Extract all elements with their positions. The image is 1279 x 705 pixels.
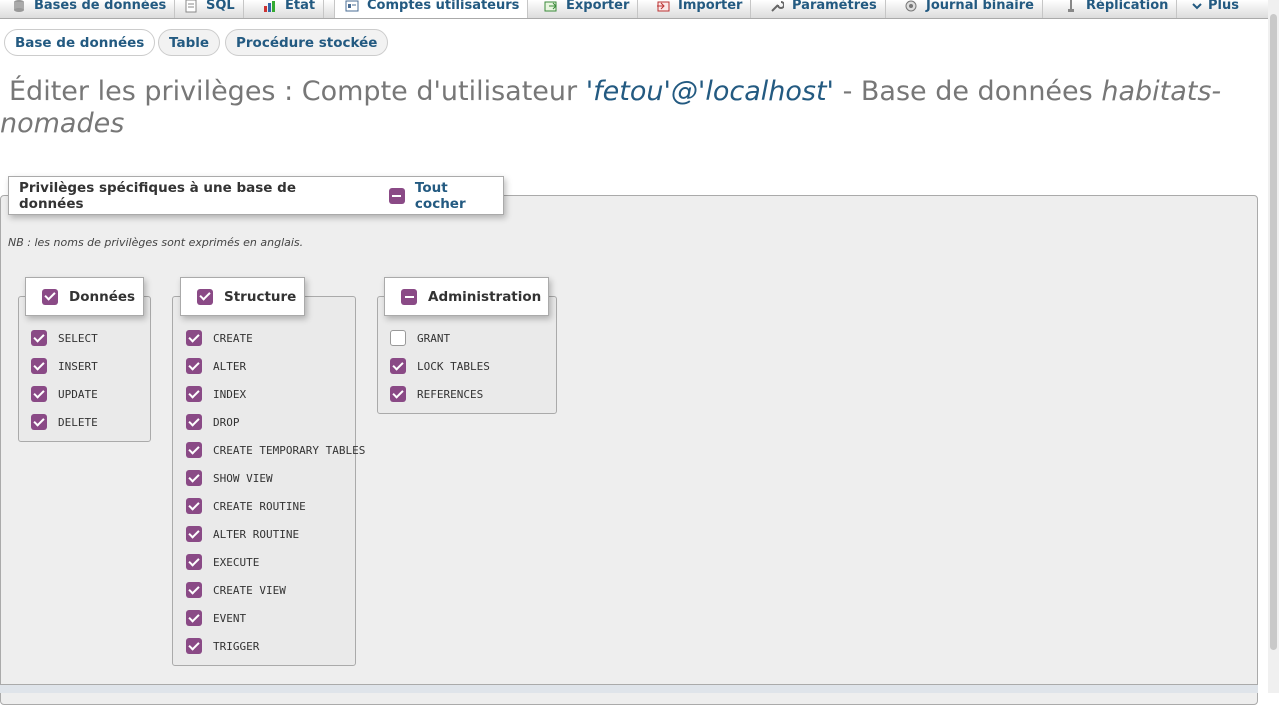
subtab-database[interactable]: Base de données — [4, 29, 156, 56]
privilege-create-view-checkbox[interactable] — [186, 582, 202, 598]
privilege-alter-routine[interactable]: ALTER ROUTINE — [186, 526, 299, 542]
scrollbar-thumb[interactable] — [1270, 14, 1277, 650]
subtab-table[interactable]: Table — [158, 29, 221, 56]
privilege-grant[interactable]: GRANT — [390, 330, 450, 346]
privilege-create[interactable]: CREATE — [186, 330, 253, 346]
tab-user-accounts[interactable]: Comptes utilisateurs — [334, 0, 529, 18]
privilege-event-checkbox[interactable] — [186, 610, 202, 626]
users-icon — [345, 0, 361, 13]
privilege-execute-checkbox[interactable] — [186, 554, 202, 570]
tab-binary-log[interactable]: Journal binaire — [904, 0, 1043, 18]
privilege-drop[interactable]: DROP — [186, 414, 240, 430]
database-icon — [12, 0, 28, 13]
privilege-references-checkbox[interactable] — [390, 386, 406, 402]
subtab-stored-procedure[interactable]: Procédure stockée — [225, 29, 389, 56]
privilege-update-checkbox[interactable] — [31, 386, 47, 402]
tab-sql[interactable]: SQL — [184, 0, 244, 18]
group-administration-checkbox[interactable] — [401, 288, 417, 305]
tab-replication[interactable]: Réplication — [1064, 0, 1178, 18]
privilege-create-temporary-tables[interactable]: CREATE TEMPORARY TABLES — [186, 442, 365, 458]
privilege-create-routine-checkbox[interactable] — [186, 498, 202, 514]
privilege-alter[interactable]: ALTER — [186, 358, 246, 374]
sql-icon — [184, 0, 200, 13]
group-administration-legend: Administration — [384, 277, 549, 316]
privilege-trigger-checkbox[interactable] — [186, 638, 202, 654]
privilege-alter-routine-checkbox[interactable] — [186, 526, 202, 542]
top-navigation: Bases de données SQL État Comptes utilis… — [0, 0, 1268, 19]
privilege-index-checkbox[interactable] — [186, 386, 202, 402]
group-data-checkbox[interactable] — [42, 288, 58, 305]
tab-more[interactable]: Plus — [1192, 0, 1247, 18]
privilege-delete[interactable]: DELETE — [31, 414, 98, 430]
privilege-event[interactable]: EVENT — [186, 610, 246, 626]
privilege-execute[interactable]: EXECUTE — [186, 554, 259, 570]
privilege-index[interactable]: INDEX — [186, 386, 246, 402]
privilege-grant-checkbox[interactable] — [390, 330, 406, 346]
import-icon — [656, 0, 672, 13]
tab-status[interactable]: État — [263, 0, 325, 18]
privilege-alter-checkbox[interactable] — [186, 358, 202, 374]
privilege-insert-checkbox[interactable] — [31, 358, 47, 374]
privilege-create-routine[interactable]: CREATE ROUTINE — [186, 498, 306, 514]
privilege-show-view[interactable]: SHOW VIEW — [186, 470, 273, 486]
privilege-references[interactable]: REFERENCES — [390, 386, 483, 402]
privilege-create-view[interactable]: CREATE VIEW — [186, 582, 286, 598]
check-all-toggle[interactable]: Tout cocher — [388, 180, 503, 212]
privilege-lock-tables-checkbox[interactable] — [390, 358, 406, 374]
privilege-update[interactable]: UPDATE — [31, 386, 98, 402]
check-all-label[interactable]: Tout cocher — [415, 180, 503, 212]
privilege-lock-tables[interactable]: LOCK TABLES — [390, 358, 490, 374]
privileges-legend: Privilèges spécifiques à une base de don… — [8, 176, 504, 215]
group-structure-checkbox[interactable] — [197, 288, 213, 305]
privileges-legend-title: Privilèges spécifiques à une base de don… — [19, 179, 296, 212]
export-icon — [544, 0, 560, 13]
group-structure-legend: Structure — [180, 277, 305, 316]
wrench-icon — [770, 0, 786, 13]
chevron-down-icon — [1192, 0, 1202, 13]
tab-import[interactable]: Importer — [656, 0, 752, 18]
user-account-name: 'fetou'@'localhost' — [585, 76, 834, 107]
group-data-legend: Données — [25, 277, 144, 316]
footer-strip — [0, 684, 1258, 693]
tab-settings[interactable]: Paramètres — [770, 0, 886, 18]
privileges-note: NB : les noms de privilèges sont exprimé… — [8, 236, 304, 249]
privilege-select-checkbox[interactable] — [31, 330, 47, 346]
privilege-drop-checkbox[interactable] — [186, 414, 202, 430]
page-title: Éditer les privilèges : Compte d'utilisa… — [0, 76, 1222, 139]
privilege-show-view-checkbox[interactable] — [186, 470, 202, 486]
log-icon — [904, 0, 920, 13]
privilege-create-temporary-tables-checkbox[interactable] — [186, 442, 202, 458]
tab-databases[interactable]: Bases de données — [12, 0, 176, 18]
status-icon — [263, 0, 279, 13]
privilege-insert[interactable]: INSERT — [31, 358, 98, 374]
privilege-trigger[interactable]: TRIGGER — [186, 638, 259, 654]
privilege-delete-checkbox[interactable] — [31, 414, 47, 430]
replication-icon — [1064, 0, 1080, 13]
vertical-scrollbar[interactable] — [1268, 0, 1279, 693]
privilege-select[interactable]: SELECT — [31, 330, 98, 346]
tab-export[interactable]: Exporter — [544, 0, 639, 18]
privilege-create-checkbox[interactable] — [186, 330, 202, 346]
check-all-checkbox[interactable] — [388, 187, 405, 204]
